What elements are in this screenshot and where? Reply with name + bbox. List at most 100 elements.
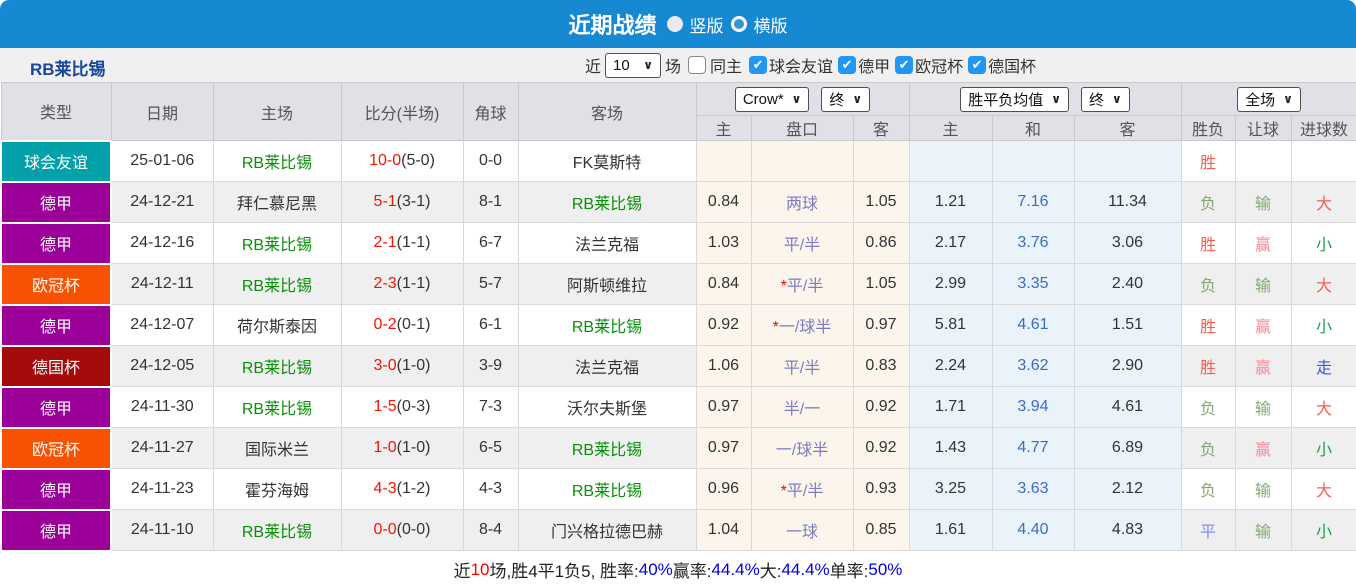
scope-dropdown-cell: 全场 ∨	[1180, 82, 1356, 116]
subcol-result: 胜负	[1180, 115, 1236, 141]
score-cell: 1-0(1-0)	[340, 427, 464, 469]
avg-type-select[interactable]: 胜平负均值 ∨	[960, 86, 1069, 112]
handicap-cell: *平/半	[750, 468, 854, 510]
horizontal-layout-radio[interactable]	[730, 16, 747, 32]
away-team-cell: RB莱比锡	[517, 468, 697, 510]
date-cell: 24-12-07	[110, 304, 214, 346]
bookmaker-select[interactable]: Crow* ∨	[734, 86, 810, 112]
col-header-home: 主场	[212, 82, 342, 141]
summary-segment-8: 单率:	[829, 562, 869, 581]
competition-cell: 德甲	[0, 221, 112, 265]
avg-home-cell: 1.21	[908, 181, 993, 223]
competition-checkbox-2[interactable]: ✔	[895, 56, 914, 74]
avg-home-cell: 5.81	[908, 304, 993, 346]
score-cell: 0-2(0-1)	[340, 304, 464, 346]
avg-draw-cell: 4.61	[991, 304, 1075, 346]
spread-result-cell	[1234, 140, 1292, 182]
avg-away-cell: 6.89	[1073, 427, 1182, 469]
chevron-down-icon: ∨	[852, 92, 863, 106]
spread-result-cell: 赢	[1234, 304, 1292, 346]
avg-away-cell: 4.61	[1073, 386, 1182, 428]
avg-away-cell: 4.83	[1073, 509, 1182, 551]
summary-segment-4: 赢率:	[672, 562, 712, 581]
corner-cell: 6-1	[462, 304, 519, 346]
col-header-away: 客场	[517, 82, 697, 141]
crow-time-select[interactable]: 终 ∨	[821, 86, 871, 112]
date-cell: 24-11-23	[110, 468, 214, 510]
goals-result-cell: 大	[1290, 386, 1356, 428]
handicap-cell: 一球	[750, 509, 854, 551]
match-count-select[interactable]: 10 ∨	[605, 52, 662, 78]
spread-result-cell: 输	[1234, 181, 1292, 223]
away-team-cell: 沃尔夫斯堡	[517, 386, 697, 428]
home-team-cell: RB莱比锡	[212, 222, 342, 264]
goals-result-cell: 小	[1290, 304, 1356, 346]
score-cell: 10-0(5-0)	[340, 140, 464, 182]
spread-result-cell: 赢	[1234, 345, 1292, 387]
crow-home-odds-cell: 0.84	[695, 181, 752, 223]
result-cell: 平	[1180, 509, 1236, 551]
crow-home-odds-cell: 1.03	[695, 222, 752, 264]
handicap-cell: 平/半	[750, 222, 854, 264]
results-table: 类型 日期 主场 比分(半场) 角球 客场 Crow* ∨ 终 ∨ 胜平负均值 …	[0, 82, 1356, 552]
score-cell: 0-0(0-0)	[340, 509, 464, 551]
date-cell: 24-12-16	[110, 222, 214, 264]
scope-select[interactable]: 全场 ∨	[1237, 86, 1301, 112]
date-cell: 24-11-30	[110, 386, 214, 428]
handicap-cell: *一/球半	[750, 304, 854, 346]
crow-away-odds-cell: 0.97	[852, 304, 910, 346]
avg-away-cell	[1073, 140, 1182, 182]
subcol-handicap: 盘口	[750, 115, 854, 141]
goals-result-cell: 大	[1290, 263, 1356, 305]
horizontal-layout-label[interactable]: 横版	[754, 12, 788, 37]
vertical-layout-radio[interactable]	[666, 16, 683, 32]
home-team-cell: RB莱比锡	[212, 386, 342, 428]
summary-segment-3: 40%	[638, 559, 673, 579]
competition-label-1: 德甲	[858, 59, 891, 76]
avg-time-select[interactable]: 终 ∨	[1081, 86, 1130, 112]
subcol-avg-draw: 和	[991, 115, 1075, 141]
match-row: 德甲 24-12-07 荷尔斯泰因 0-2(0-1) 6-1 RB莱比锡 0.92 *一/球半…	[0, 303, 1356, 347]
competition-cell: 德甲	[0, 508, 112, 552]
goals-result-cell: 小	[1290, 427, 1356, 469]
spread-result-cell: 输	[1234, 468, 1292, 510]
avg-draw-cell: 7.16	[991, 181, 1075, 223]
vertical-layout-label[interactable]: 竖版	[690, 12, 724, 37]
result-cell: 负	[1180, 427, 1236, 469]
avg-away-cell: 11.34	[1073, 181, 1182, 223]
result-cell: 胜	[1180, 345, 1236, 387]
match-row: 德甲 24-11-10 RB莱比锡 0-0(0-0) 8-4 门兴格拉德巴赫 1.04 一球 0…	[0, 508, 1356, 552]
title-bar: 近期战绩 竖版 横版	[0, 0, 1356, 48]
goals-result-cell	[1290, 140, 1356, 182]
home-team-cell: 霍芬海姆	[212, 468, 342, 510]
corner-cell: 6-5	[462, 427, 519, 469]
competition-checkbox-1[interactable]: ✔	[838, 56, 857, 74]
crow-away-odds-cell: 0.83	[852, 345, 910, 387]
competition-checkbox-0[interactable]: ✔	[749, 56, 768, 74]
col-header-type: 类型	[0, 82, 112, 141]
avg-away-cell: 2.40	[1073, 263, 1182, 305]
recent-results-panel: 近期战绩 竖版 横版 RB莱比锡 近 10 ∨ 场 同主 ✔ 球会友谊 ✔ 德甲 ✔ 欧冠…	[0, 0, 1356, 586]
same-home-checkbox[interactable]	[688, 56, 707, 74]
crow-home-odds-cell: 0.84	[695, 263, 752, 305]
crow-away-odds-cell: 1.05	[852, 263, 910, 305]
crow-away-odds-cell: 0.92	[852, 386, 910, 428]
crow-away-odds-cell: 1.05	[852, 181, 910, 223]
avg-home-cell: 1.71	[908, 386, 993, 428]
crow-home-odds-cell	[695, 140, 752, 182]
home-team-cell: RB莱比锡	[212, 509, 342, 551]
date-cell: 24-11-27	[110, 427, 214, 469]
competition-label-0: 球会友谊	[769, 59, 834, 76]
crow-home-odds-cell: 0.96	[695, 468, 752, 510]
competition-cell: 德甲	[0, 180, 112, 224]
competition-checkbox-3[interactable]: ✔	[968, 56, 987, 74]
corner-cell: 3-9	[462, 345, 519, 387]
home-team-cell: RB莱比锡	[212, 263, 342, 305]
competition-cell: 欧冠杯	[0, 426, 112, 470]
away-team-cell: RB莱比锡	[517, 427, 697, 469]
summary-segment-5: 44.4%	[711, 559, 760, 579]
home-team-cell: RB莱比锡	[212, 140, 342, 182]
handicap-cell: 一/球半	[750, 427, 854, 469]
handicap-cell: 半/一	[750, 386, 854, 428]
result-cell: 胜	[1180, 222, 1236, 264]
